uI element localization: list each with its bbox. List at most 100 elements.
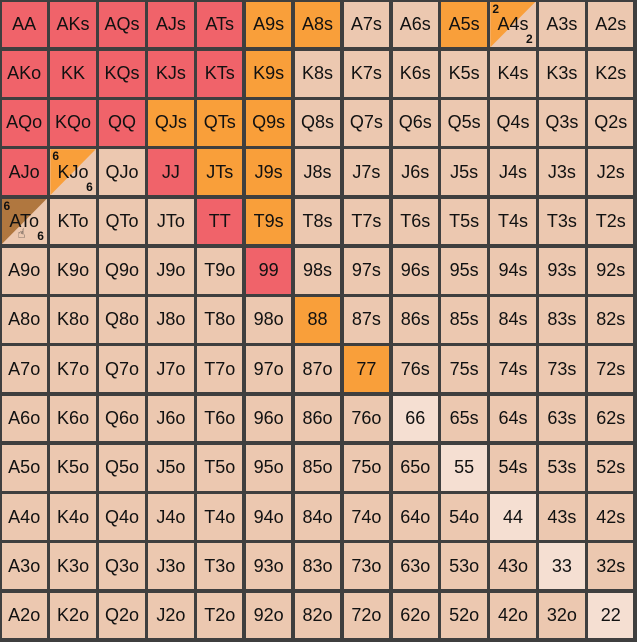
hand-cell-q5o[interactable]: Q5o [99, 444, 145, 491]
hand-cell-j7o[interactable]: J7o [148, 346, 194, 393]
hand-cell-jj[interactable]: JJ [148, 149, 194, 196]
hand-cell-74s[interactable]: 74s [490, 346, 536, 393]
hand-cell-t4s[interactable]: T4s [490, 198, 536, 245]
hand-cell-95s[interactable]: 95s [441, 247, 487, 294]
hand-cell-92s[interactable]: 92s [588, 247, 634, 294]
hand-cell-77[interactable]: 77 [343, 346, 390, 393]
hand-cell-qq[interactable]: QQ [99, 100, 145, 146]
hand-cell-aks[interactable]: AKs [50, 1, 96, 48]
hand-cell-93o[interactable]: 93o [245, 543, 292, 590]
hand-cell-j8o[interactable]: J8o [148, 297, 194, 343]
hand-cell-q2s[interactable]: Q2s [588, 100, 634, 146]
hand-cell-q9o[interactable]: Q9o [99, 247, 145, 294]
hand-cell-q5s[interactable]: Q5s [441, 100, 487, 146]
hand-cell-43s[interactable]: 43s [539, 494, 585, 540]
hand-cell-q9s[interactable]: Q9s [245, 100, 292, 146]
hand-cell-t9s[interactable]: T9s [245, 198, 292, 245]
hand-cell-a6s[interactable]: A6s [392, 1, 438, 48]
hand-cell-j8s[interactable]: J8s [294, 149, 341, 196]
hand-cell-86o[interactable]: 86o [294, 395, 341, 442]
hand-cell-j3s[interactable]: J3s [539, 149, 585, 196]
hand-cell-54o[interactable]: 54o [441, 494, 487, 540]
hand-cell-a4o[interactable]: A4o [1, 494, 47, 540]
hand-cell-j6s[interactable]: J6s [392, 149, 438, 196]
hand-cell-q4o[interactable]: Q4o [99, 494, 145, 540]
hand-cell-66[interactable]: 66 [392, 395, 438, 442]
hand-cell-k4o[interactable]: K4o [50, 494, 96, 540]
hand-cell-92o[interactable]: 92o [245, 592, 292, 639]
hand-cell-74o[interactable]: 74o [343, 494, 390, 540]
hand-cell-qjo[interactable]: QJo [99, 149, 145, 196]
hand-cell-52s[interactable]: 52s [588, 444, 634, 491]
hand-cell-32s[interactable]: 32s [588, 543, 634, 590]
hand-cell-q4s[interactable]: Q4s [490, 100, 536, 146]
hand-cell-33[interactable]: 33 [539, 543, 585, 590]
hand-cell-96s[interactable]: 96s [392, 247, 438, 294]
hand-cell-a3o[interactable]: A3o [1, 543, 47, 590]
hand-cell-64s[interactable]: 64s [490, 395, 536, 442]
hand-cell-q8s[interactable]: Q8s [294, 100, 341, 146]
hand-cell-kts[interactable]: KTs [197, 50, 243, 97]
hand-cell-97s[interactable]: 97s [343, 247, 390, 294]
hand-cell-a2s[interactable]: A2s [588, 1, 634, 48]
hand-cell-j4s[interactable]: J4s [490, 149, 536, 196]
hand-cell-k8o[interactable]: K8o [50, 297, 96, 343]
hand-cell-t4o[interactable]: T4o [197, 494, 243, 540]
hand-cell-j5o[interactable]: J5o [148, 444, 194, 491]
hand-cell-q8o[interactable]: Q8o [99, 297, 145, 343]
hand-cell-kjo[interactable]: KJo 6 6 [50, 149, 96, 196]
hand-cell-76s[interactable]: 76s [392, 346, 438, 393]
hand-cell-tt[interactable]: TT [197, 198, 243, 245]
hand-cell-t2o[interactable]: T2o [197, 592, 243, 639]
hand-cell-73o[interactable]: 73o [343, 543, 390, 590]
hand-cell-j3o[interactable]: J3o [148, 543, 194, 590]
hand-cell-q7o[interactable]: Q7o [99, 346, 145, 393]
hand-cell-k7o[interactable]: K7o [50, 346, 96, 393]
hand-cell-q2o[interactable]: Q2o [99, 592, 145, 639]
hand-cell-75o[interactable]: 75o [343, 444, 390, 491]
hand-cell-t3o[interactable]: T3o [197, 543, 243, 590]
hand-cell-43o[interactable]: 43o [490, 543, 536, 590]
hand-cell-j2o[interactable]: J2o [148, 592, 194, 639]
hand-cell-t3s[interactable]: T3s [539, 198, 585, 245]
hand-cell-95o[interactable]: 95o [245, 444, 292, 491]
hand-cell-q7s[interactable]: Q7s [343, 100, 390, 146]
hand-cell-j2s[interactable]: J2s [588, 149, 634, 196]
hand-cell-96o[interactable]: 96o [245, 395, 292, 442]
hand-cell-aa[interactable]: AA [1, 1, 47, 48]
hand-cell-q6o[interactable]: Q6o [99, 395, 145, 442]
hand-cell-t7s[interactable]: T7s [343, 198, 390, 245]
hand-cell-a8o[interactable]: A8o [1, 297, 47, 343]
hand-cell-65s[interactable]: 65s [441, 395, 487, 442]
hand-cell-k9o[interactable]: K9o [50, 247, 96, 294]
hand-cell-t7o[interactable]: T7o [197, 346, 243, 393]
hand-cell-kjs[interactable]: KJs [148, 50, 194, 97]
hand-cell-t2s[interactable]: T2s [588, 198, 634, 245]
hand-cell-65o[interactable]: 65o [392, 444, 438, 491]
hand-cell-a3s[interactable]: A3s [539, 1, 585, 48]
hand-cell-62o[interactable]: 62o [392, 592, 438, 639]
hand-cell-t5s[interactable]: T5s [441, 198, 487, 245]
hand-cell-75s[interactable]: 75s [441, 346, 487, 393]
hand-cell-k6o[interactable]: K6o [50, 395, 96, 442]
hand-cell-a7s[interactable]: A7s [343, 1, 390, 48]
hand-cell-55[interactable]: 55 [441, 444, 487, 491]
hand-cell-kqo[interactable]: KQo [50, 100, 96, 146]
hand-cell-j7s[interactable]: J7s [343, 149, 390, 196]
hand-cell-ats[interactable]: ATs [197, 1, 243, 48]
hand-cell-qts[interactable]: QTs [197, 100, 243, 146]
hand-cell-84s[interactable]: 84s [490, 297, 536, 343]
hand-cell-88[interactable]: 88 [294, 297, 341, 343]
hand-cell-82s[interactable]: 82s [588, 297, 634, 343]
hand-cell-qjs[interactable]: QJs [148, 100, 194, 146]
hand-cell-53s[interactable]: 53s [539, 444, 585, 491]
hand-cell-k9s[interactable]: K9s [245, 50, 292, 97]
hand-cell-k4s[interactable]: K4s [490, 50, 536, 97]
hand-cell-87o[interactable]: 87o [294, 346, 341, 393]
hand-cell-72o[interactable]: 72o [343, 592, 390, 639]
hand-cell-t6o[interactable]: T6o [197, 395, 243, 442]
hand-cell-t5o[interactable]: T5o [197, 444, 243, 491]
hand-cell-k3o[interactable]: K3o [50, 543, 96, 590]
hand-cell-k2s[interactable]: K2s [588, 50, 634, 97]
hand-cell-a9s[interactable]: A9s [245, 1, 292, 48]
